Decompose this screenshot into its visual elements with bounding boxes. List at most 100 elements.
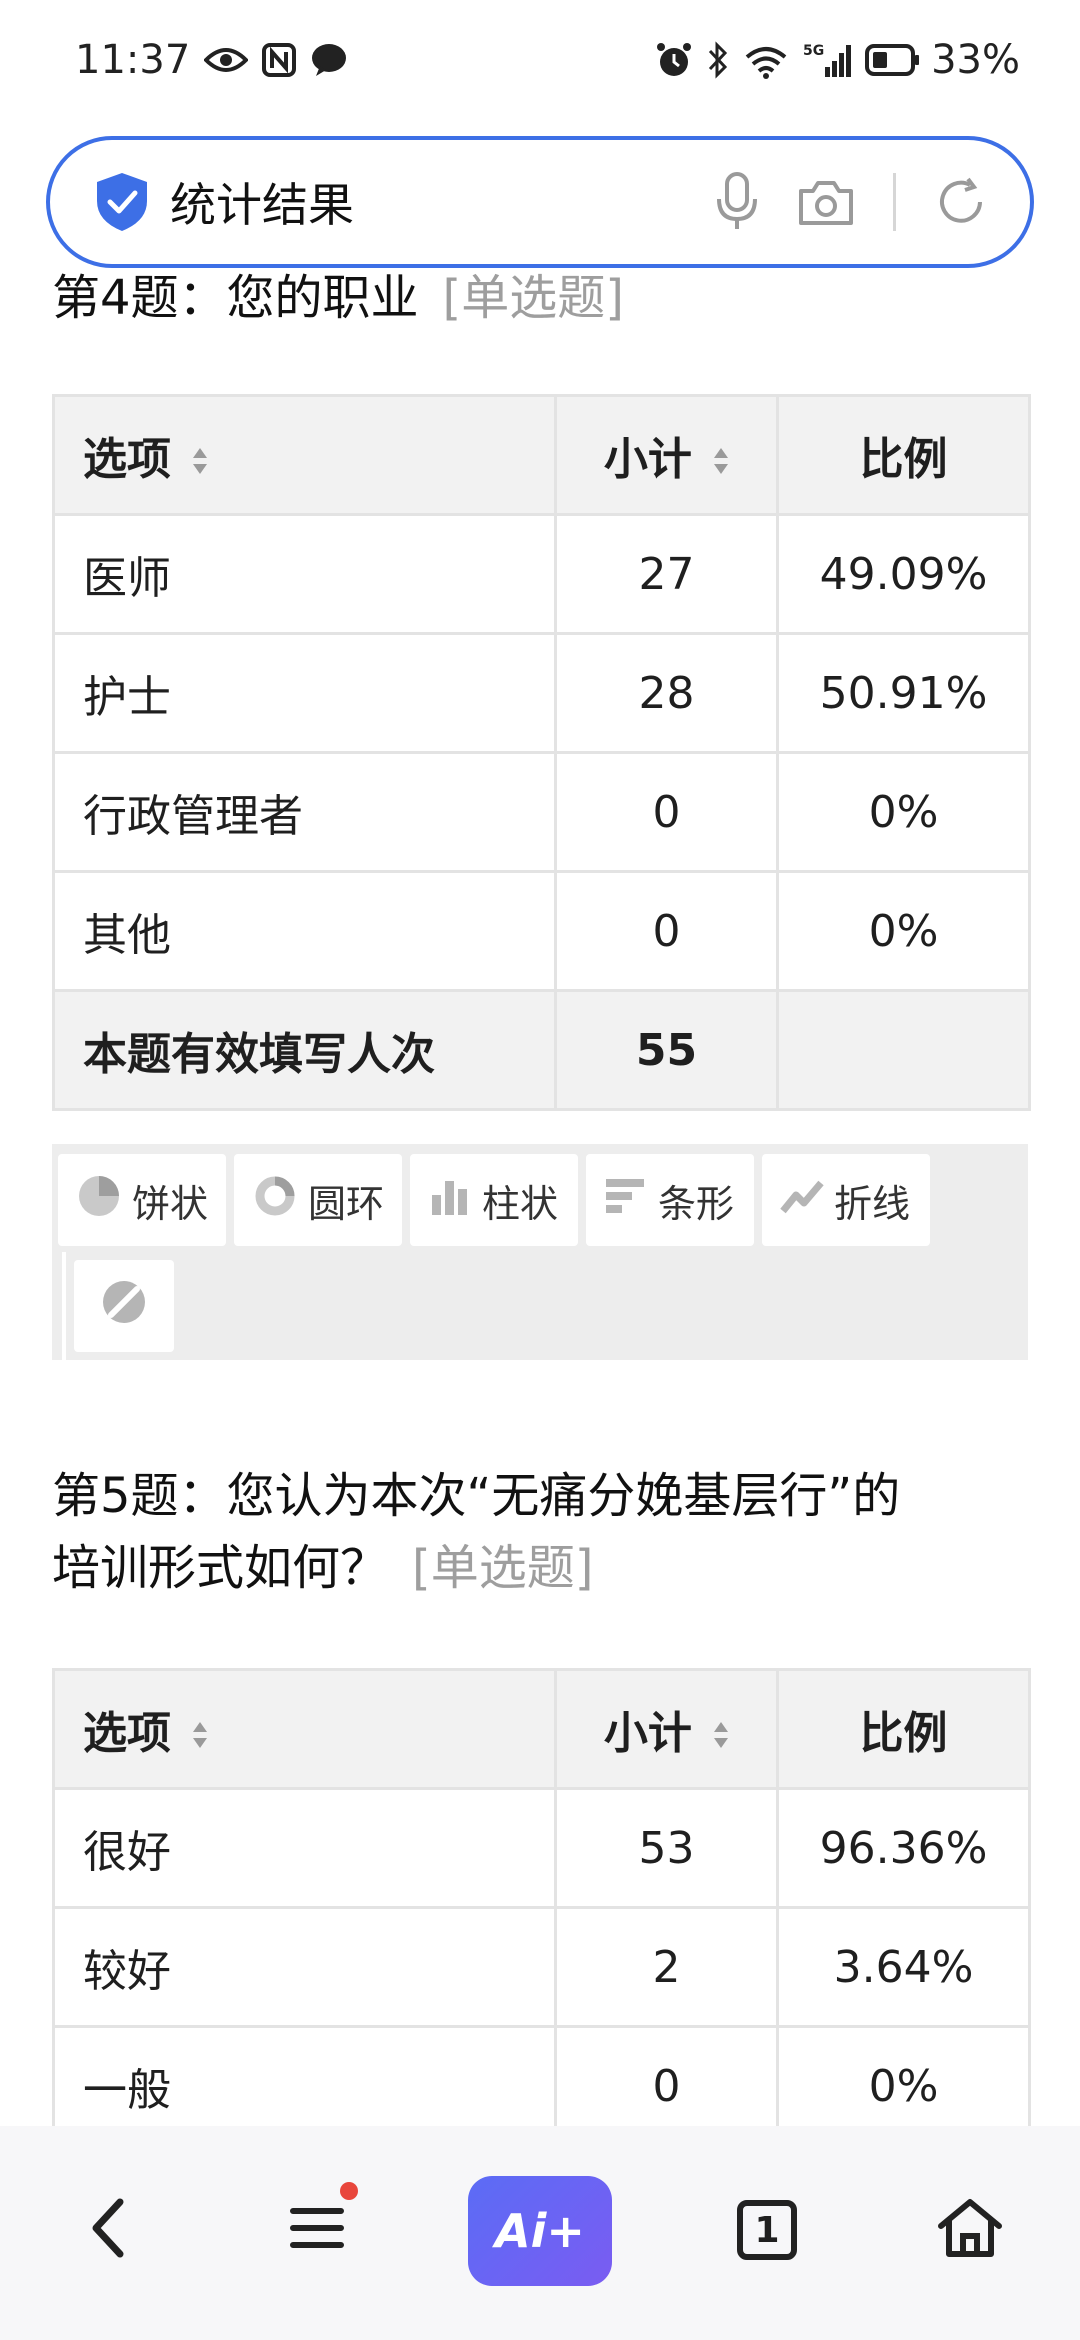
hide-chart-icon [100,1278,148,1335]
count-cell: 0 [554,870,779,992]
ratio-cell: 50.91% [776,632,1031,754]
sort-icon[interactable] [713,1710,729,1761]
table-row: 很好 53 96.36% [52,1787,1031,1909]
question-title-line1: 第5题：您认为本次“无痛分娩基层行”的 [52,1468,901,1524]
nfc-icon [262,43,297,77]
svg-text:5G: 5G [803,43,824,59]
chart-type-label: 折线 [834,1181,911,1226]
option-cell: 较好 [52,1906,557,2028]
column-header-option[interactable]: 选项 [52,394,557,516]
bar-chart-icon [604,1175,648,1226]
ratio-cell: 3.64% [776,1906,1031,2028]
ai-label: Ai+ [495,2204,585,2258]
column-header-count[interactable]: 小计 [554,1668,779,1790]
chart-type-donut-button[interactable]: 圆环 [234,1154,402,1246]
question-4-title: 第4题：您的职业 [单选题] [52,262,1032,334]
donut-chart-icon [252,1173,298,1228]
chart-type-label: 条形 [658,1181,735,1226]
question-title-line2: 培训形式如何？ [52,1540,389,1596]
camera-icon[interactable] [797,177,855,227]
column-header-label: 选项 [83,433,171,485]
column-chart-icon [428,1175,472,1226]
home-icon [935,2196,1005,2264]
back-button[interactable] [78,2178,138,2282]
alarm-icon [655,41,693,79]
address-bar[interactable]: 统计结果 [46,136,1034,268]
menu-button[interactable] [282,2178,358,2282]
toolbar-rule [62,1252,66,1360]
wifi-icon [743,41,789,79]
pie-chart-icon [76,1173,122,1228]
table-header-row: 选项 小计 比例 [52,1668,1031,1790]
column-header-count[interactable]: 小计 [554,394,779,516]
question-type-tag: [单选题] [442,270,625,326]
table-total-row: 本题有效填写人次 55 [52,989,1031,1111]
chart-type-label: 柱状 [482,1181,559,1226]
bluetooth-icon [707,41,729,79]
column-header-ratio: 比例 [776,394,1031,516]
status-time: 11:37 [75,37,191,83]
menu-icon [289,2203,345,2257]
tabs-button[interactable]: 1 [732,2178,802,2282]
total-ratio-empty [776,989,1031,1111]
tab-count: 1 [737,2200,797,2260]
chart-type-column-button[interactable]: 柱状 [410,1154,578,1246]
back-arrow-icon [88,2196,128,2264]
ratio-cell: 49.09% [776,513,1031,635]
column-header-ratio: 比例 [776,1668,1031,1790]
column-header-label: 小计 [603,433,692,485]
column-header-option[interactable]: 选项 [52,1668,557,1790]
option-cell: 很好 [52,1787,557,1909]
chart-type-pie-button[interactable]: 饼状 [58,1154,226,1246]
total-count: 55 [554,989,779,1111]
ai-assistant-button[interactable]: Ai+ [468,2176,612,2286]
chart-type-label: 饼状 [132,1181,209,1226]
count-cell: 27 [554,513,779,635]
chart-type-line-button[interactable]: 折线 [762,1154,930,1246]
battery-indicator: 33% [865,37,1020,83]
question-4-table: 选项 小计 比例 医师 27 49.09% 护士 28 50.91% 行政管理者… [52,394,1031,1111]
chart-type-hide-button[interactable] [74,1260,174,1352]
ratio-cell: 0% [776,870,1031,992]
table-row: 其他 0 0% [52,870,1031,992]
line-chart-icon [780,1175,824,1226]
question-title-text: 第4题：您的职业 [52,270,419,326]
notification-dot [340,2182,358,2200]
question-5-table: 选项 小计 比例 很好 53 96.36% 较好 2 3.64% 一般 0 0% [52,1668,1031,2147]
home-button[interactable] [930,2178,1010,2282]
chart-type-bar-button[interactable]: 条形 [586,1154,754,1246]
option-cell: 其他 [52,870,557,992]
battery-percent: 33% [931,37,1020,83]
refresh-icon[interactable] [934,175,988,229]
count-cell: 0 [554,751,779,873]
table-row: 护士 28 50.91% [52,632,1031,754]
question-type-tag: [单选题] [412,1540,594,1596]
sort-icon[interactable] [192,1710,208,1761]
microphone-icon[interactable] [715,171,759,233]
eye-icon [204,45,249,75]
column-header-label: 小计 [603,1707,692,1759]
message-icon [310,42,348,78]
column-header-label: 比例 [859,1708,948,1759]
ratio-cell: 96.36% [776,1787,1031,1909]
page-title[interactable]: 统计结果 [170,169,677,235]
bottom-navigation-bar: Ai+ 1 [0,2126,1080,2340]
count-cell: 53 [554,1787,779,1909]
total-label: 本题有效填写人次 [52,989,557,1111]
question-5-title: 第5题：您认为本次“无痛分娩基层行”的 培训形式如何？ [单选题] [52,1460,1032,1604]
battery-icon [865,44,920,76]
chart-type-toolbar: 饼状 圆环 柱状 条形 折线 [52,1144,1028,1360]
option-cell: 行政管理者 [52,751,557,873]
cellular-signal-icon: 5G [803,41,852,79]
count-cell: 2 [554,1906,779,2028]
sort-icon[interactable] [192,436,208,487]
table-row: 较好 2 3.64% [52,1906,1031,2028]
column-header-label: 选项 [83,1707,171,1759]
count-cell: 28 [554,632,779,754]
table-row: 行政管理者 0 0% [52,751,1031,873]
table-row: 医师 27 49.09% [52,513,1031,635]
column-header-label: 比例 [859,434,948,485]
sort-icon[interactable] [713,436,729,487]
toolbar-divider [893,173,896,231]
chart-type-label: 圆环 [308,1181,385,1226]
